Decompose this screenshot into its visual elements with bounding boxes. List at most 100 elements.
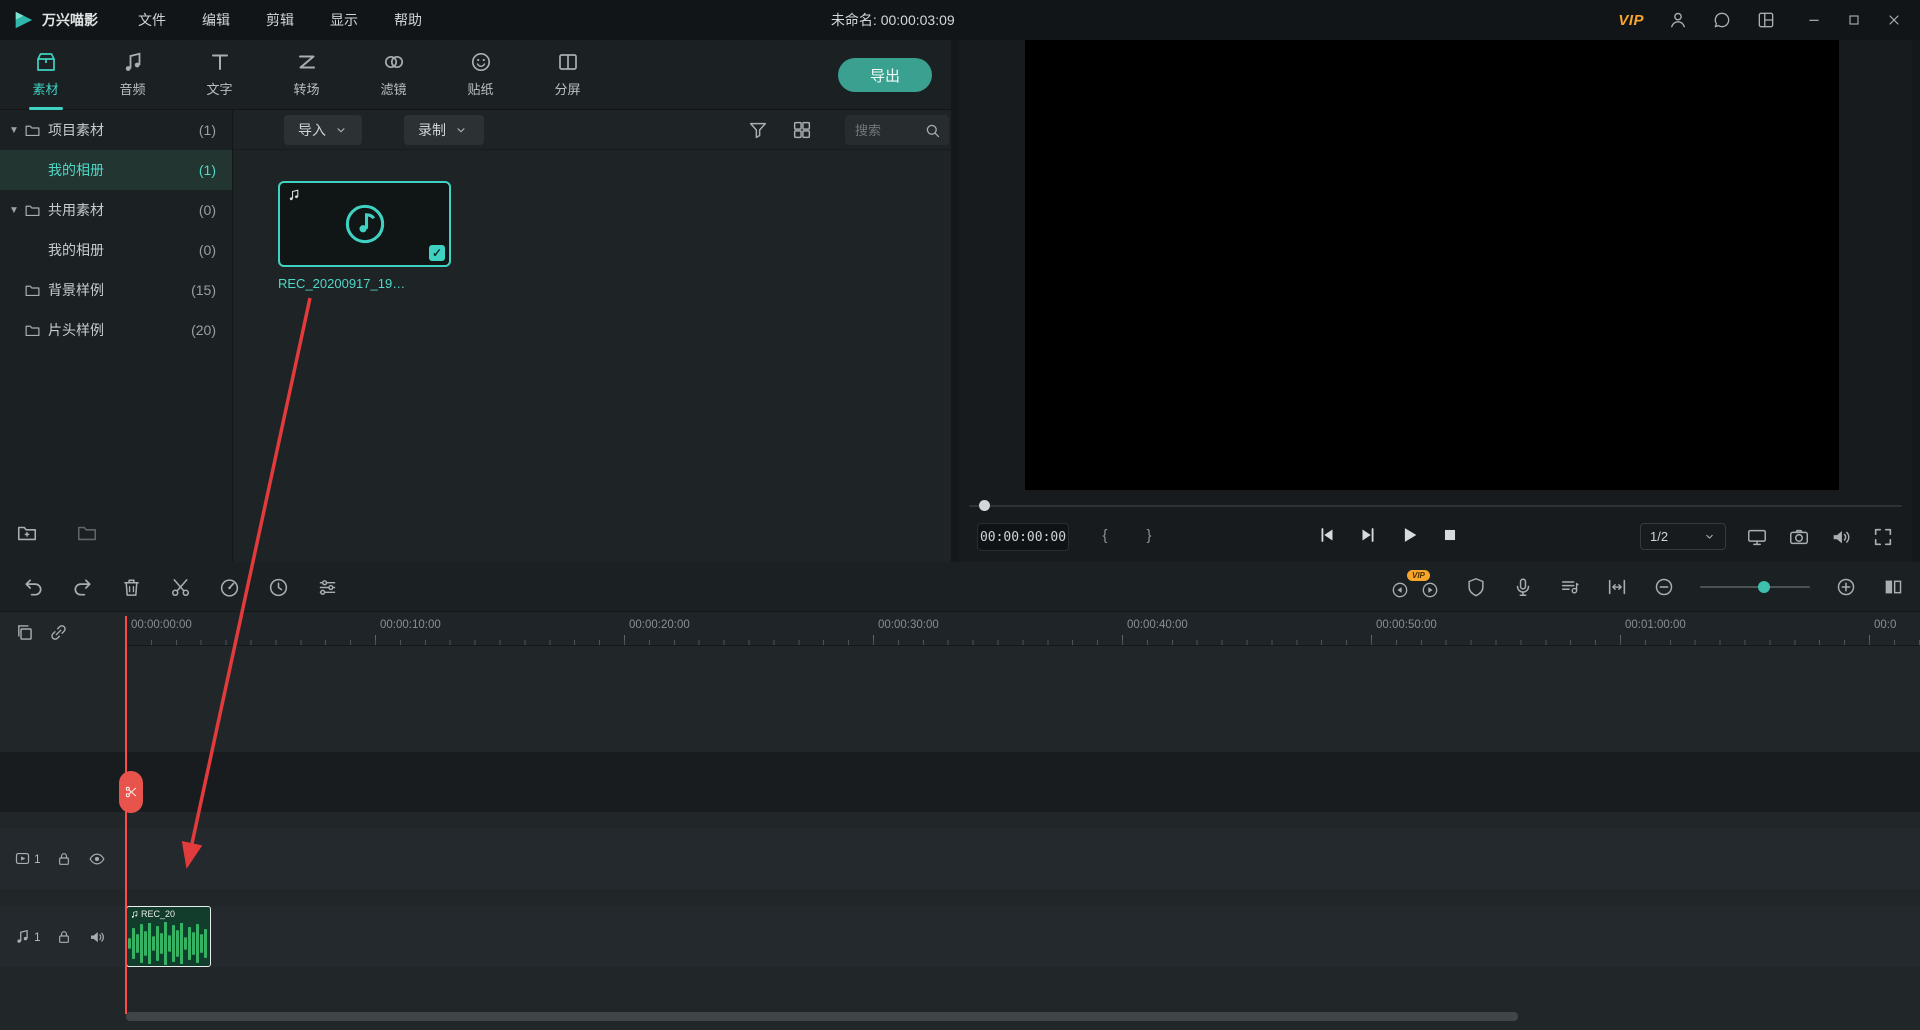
timeline-ruler[interactable]: 00:00:00:00 00:00:10:00 00:00:20:00 00:0… — [126, 612, 1920, 646]
duration-clock-icon[interactable] — [267, 576, 290, 599]
timeline-empty-band — [0, 752, 1920, 812]
tree-item-shared-media[interactable]: ▼ 共用素材 (0) — [0, 190, 232, 230]
lock-icon[interactable] — [56, 851, 72, 867]
split-scissors-icon[interactable] — [169, 576, 192, 599]
menu-edit[interactable]: 编辑 — [188, 6, 244, 34]
video-track-icon — [14, 850, 31, 867]
delete-folder-icon[interactable] — [76, 522, 98, 544]
import-dropdown[interactable]: 导入 — [284, 115, 362, 145]
grid-view-icon[interactable] — [791, 119, 813, 141]
record-dropdown[interactable]: 录制 — [404, 115, 484, 145]
tab-audio[interactable]: 音频 — [89, 40, 176, 110]
redo-icon[interactable] — [71, 576, 94, 599]
speaker-icon[interactable] — [88, 928, 106, 946]
tab-media[interactable]: 素材 — [2, 40, 89, 110]
zoom-in-icon[interactable] — [1835, 576, 1857, 598]
video-preview-canvas[interactable] — [1025, 40, 1839, 490]
undo-icon[interactable] — [22, 576, 45, 599]
filter-funnel-icon[interactable] — [747, 119, 769, 141]
voiceover-mic-icon[interactable] — [1512, 576, 1534, 598]
timeline-body[interactable]: 00:00:00:00 00:00:10:00 00:00:20:00 00:0… — [0, 612, 1920, 1030]
music-note-icon — [130, 910, 139, 919]
zoom-slider-knob[interactable] — [1758, 581, 1770, 593]
preview-right-controls: 1/2 — [1640, 523, 1894, 550]
audio-track[interactable]: 1 REC_20 — [0, 906, 1920, 967]
video-track[interactable]: 1 — [0, 828, 1920, 889]
music-note-icon — [121, 50, 145, 74]
video-track-number: 1 — [34, 852, 41, 866]
lock-icon[interactable] — [56, 929, 72, 945]
fit-timeline-icon[interactable] — [1606, 576, 1628, 598]
maximize-button[interactable] — [1846, 12, 1862, 28]
delete-icon[interactable] — [120, 576, 143, 599]
tree-item-intro-samples[interactable]: 片头样例 (20) — [0, 310, 232, 350]
ruler-label: 00:00:20:00 — [629, 619, 690, 631]
tree-item-project-media[interactable]: ▼ 项目素材 (1) — [0, 110, 232, 150]
zoom-slider[interactable] — [1700, 577, 1810, 597]
menu-clip[interactable]: 剪辑 — [252, 6, 308, 34]
eye-icon[interactable] — [88, 850, 106, 868]
transport-controls — [1316, 524, 1461, 546]
feedback-icon[interactable] — [1712, 10, 1732, 30]
tree-item-my-album-shared[interactable]: 我的相册 (0) — [0, 230, 232, 270]
tab-splitscreen[interactable]: 分屏 — [524, 40, 611, 110]
audio-clip[interactable]: REC_20 — [126, 906, 211, 967]
audio-mixer-icon[interactable] — [316, 576, 339, 599]
search-icon[interactable] — [924, 122, 941, 139]
caret-down-icon[interactable]: ▼ — [9, 205, 19, 216]
menu-view[interactable]: 显示 — [316, 6, 372, 34]
previous-frame-button[interactable] — [1316, 524, 1338, 546]
audio-waveform — [127, 921, 211, 966]
preview-seekbar[interactable] — [969, 504, 1902, 508]
account-icon[interactable] — [1668, 10, 1688, 30]
export-button[interactable]: 导出 — [838, 58, 932, 92]
tree-item-background-samples[interactable]: 背景样例 (15) — [0, 270, 232, 310]
seekbar-knob[interactable] — [979, 500, 990, 511]
zoom-out-icon[interactable] — [1653, 576, 1675, 598]
tab-transition[interactable]: 转场 — [263, 40, 350, 110]
tab-sticker[interactable]: 贴纸 — [437, 40, 524, 110]
panel-toggle-icon[interactable] — [1882, 576, 1904, 598]
chevron-down-icon — [1703, 530, 1716, 543]
link-clips-icon[interactable] — [48, 622, 69, 643]
duplicate-icon[interactable] — [14, 622, 35, 643]
playhead-line[interactable] — [125, 616, 127, 1014]
volume-icon[interactable] — [1830, 526, 1852, 548]
tab-text[interactable]: 文字 — [176, 40, 263, 110]
render-speedometer-icon[interactable] — [218, 576, 241, 599]
timeline-scrollbar[interactable] — [126, 1012, 1914, 1021]
menu-help[interactable]: 帮助 — [380, 6, 436, 34]
new-folder-icon[interactable] — [16, 522, 38, 544]
keyframe-next-icon[interactable] — [1420, 580, 1440, 600]
tab-filter-label: 滤镜 — [380, 79, 406, 98]
mark-in-button[interactable]: { — [1097, 527, 1113, 544]
quick-split-handle[interactable] — [119, 771, 143, 813]
search-input[interactable] — [845, 123, 924, 138]
play-button[interactable] — [1398, 524, 1420, 546]
audio-list-icon[interactable] — [1559, 576, 1581, 598]
close-button[interactable] — [1886, 12, 1902, 28]
tab-filter[interactable]: 滤镜 — [350, 40, 437, 110]
tree-item-label: 项目素材 — [48, 120, 104, 140]
import-label: 导入 — [298, 120, 326, 140]
audio-clip-label: REC_20 — [141, 909, 175, 919]
preview-quality-dropdown[interactable]: 1/2 — [1640, 523, 1726, 550]
tree-item-my-album[interactable]: 我的相册 (1) — [0, 150, 232, 190]
media-item-thumbnail[interactable]: ✓ — [278, 181, 451, 267]
motion-tracking-icon[interactable] — [1465, 576, 1487, 598]
keyframe-prev-icon[interactable] — [1390, 580, 1410, 600]
display-device-icon[interactable] — [1746, 526, 1768, 548]
next-frame-button[interactable] — [1357, 524, 1379, 546]
selected-checkbox[interactable]: ✓ — [429, 245, 445, 261]
mark-out-button[interactable]: } — [1141, 527, 1157, 544]
menu-file[interactable]: 文件 — [124, 6, 180, 34]
layout-icon[interactable] — [1756, 10, 1776, 30]
folder-icon — [24, 282, 41, 299]
stop-button[interactable] — [1439, 524, 1461, 546]
caret-down-icon[interactable]: ▼ — [9, 125, 19, 136]
snapshot-icon[interactable] — [1788, 526, 1810, 548]
timeline-scrollbar-thumb[interactable] — [126, 1012, 1518, 1021]
vip-badge[interactable]: VIP — [1618, 12, 1644, 29]
minimize-button[interactable] — [1806, 12, 1822, 28]
fullscreen-icon[interactable] — [1872, 526, 1894, 548]
